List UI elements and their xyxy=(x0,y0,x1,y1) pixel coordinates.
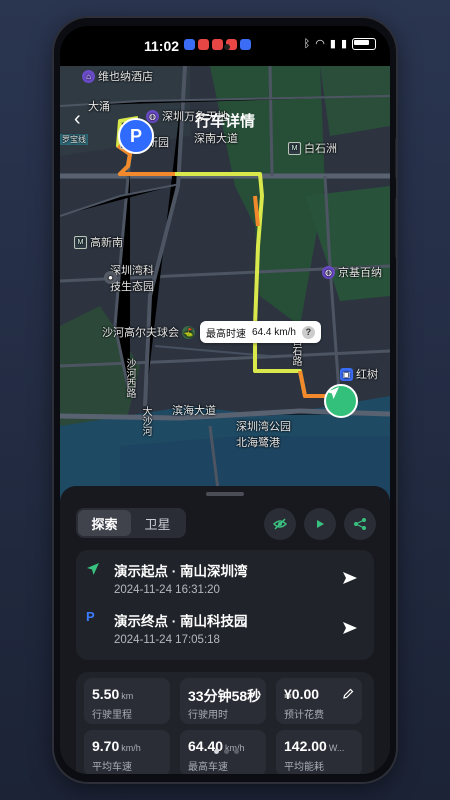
share-icon xyxy=(354,518,366,530)
start-point-row[interactable]: 演示起点 · 南山深圳湾 2024-11-24 16:31:20 xyxy=(86,558,364,606)
app-notification-icon xyxy=(184,39,195,50)
tab-satellite[interactable]: 卫星 xyxy=(131,510,184,536)
page-indicator xyxy=(214,749,239,754)
poi-baishizhou[interactable]: M 白石洲 xyxy=(288,140,337,156)
poi-jingji[interactable]: ◍ 京基百纳 xyxy=(322,264,382,280)
lock-icon-wrap: ● xyxy=(104,271,117,284)
status-bar: 11:02 ᛒ ◠ ▮ ▮ xyxy=(60,26,390,66)
drag-handle[interactable] xyxy=(206,492,244,496)
app-notification-icon xyxy=(240,39,251,50)
road-dashahe: 大沙河 xyxy=(140,406,151,436)
signal-icon: ▮ xyxy=(329,38,336,50)
road-binhai: 滨海大道 xyxy=(172,405,216,417)
map-view[interactable]: ‹ 行车详情 ⌂ 维也纳酒店 大涌 P ◍ 深圳万象天地 罗宝线 M 高新园 xyxy=(60,66,390,506)
parking-icon: P xyxy=(86,609,95,624)
bus-icon: ▣ xyxy=(340,367,353,381)
battery-icon xyxy=(352,37,376,50)
stat-distance: 5.50 km 行驶里程 xyxy=(84,678,170,724)
poi-shahe-golf[interactable]: 沙河高尔夫球会 ⛳ xyxy=(102,324,195,340)
system-icons: ᛒ ◠ ▮ ▮ xyxy=(304,37,376,50)
eye-off-icon xyxy=(273,518,287,530)
navigation-arrow-icon xyxy=(327,387,339,399)
power-button xyxy=(395,198,396,258)
page-title: 行车详情 xyxy=(194,113,255,130)
volume-button xyxy=(395,138,396,178)
send-icon[interactable] xyxy=(342,570,358,586)
stat-avg-energy: 142.00 W... 平均能耗 xyxy=(276,730,362,774)
bluetooth-icon: ᛒ xyxy=(303,37,311,50)
hotel-icon: ⌂ xyxy=(82,69,95,83)
hide-route-button[interactable] xyxy=(264,508,296,540)
wifi-icon: ◠ xyxy=(315,38,325,50)
app-notification-icon xyxy=(198,39,209,50)
poi-gaoxinnan[interactable]: M 高新南 xyxy=(74,234,123,250)
stat-cost[interactable]: ¥0.00 预计花费 xyxy=(276,678,362,724)
page-dot[interactable] xyxy=(214,749,219,754)
help-icon[interactable]: ? xyxy=(301,325,315,339)
send-icon[interactable] xyxy=(342,620,358,636)
page-dot[interactable] xyxy=(224,749,229,754)
stat-avg-speed: 9.70 km/h 平均车速 xyxy=(84,730,170,774)
end-point-row[interactable]: P 演示终点 · 南山科技园 2024-11-24 17:05:18 xyxy=(86,608,364,656)
poi-vienna-hotel[interactable]: ⌂ 维也纳酒店 xyxy=(82,68,153,84)
lock-icon: ● xyxy=(104,271,117,284)
start-point-title: 演示起点 · 南山深圳湾 xyxy=(114,564,248,579)
play-icon xyxy=(317,520,324,528)
shopping-bag-icon: ◍ xyxy=(322,265,335,279)
app-notification-icon xyxy=(212,39,223,50)
navigation-arrow-icon xyxy=(87,563,99,575)
stat-duration: 33分钟58秒 行驶用时 xyxy=(180,678,266,724)
page-dot[interactable] xyxy=(234,749,239,754)
notification-icons xyxy=(184,39,251,50)
play-button[interactable] xyxy=(304,508,336,540)
start-time: 2024-11-24 16:31:20 xyxy=(114,584,220,596)
end-marker-parking[interactable]: P xyxy=(118,118,154,154)
camera-hole xyxy=(224,44,230,50)
back-button[interactable]: ‹ xyxy=(74,108,81,131)
end-time: 2024-11-24 17:05:18 xyxy=(114,634,220,646)
screen: 11:02 ᛒ ◠ ▮ ▮ ‹ 行车详情 ⌂ 维也纳酒店 大涌 P ◍ 深圳万象… xyxy=(60,26,390,774)
poi-luobao-line: 罗宝线 xyxy=(60,134,88,145)
metro-icon: M xyxy=(288,141,301,155)
road-shennan: 深南大道 xyxy=(194,133,238,145)
metro-icon: M xyxy=(74,235,87,249)
max-speed-tooltip: 最高时速 64.4 km/h ? xyxy=(200,321,321,343)
map-mode-toggle: 探索 卫星 xyxy=(76,508,186,538)
poi-shenwan-park[interactable]: 深圳湾公园 北海鹭港 xyxy=(236,418,291,450)
route-card: 演示起点 · 南山深圳湾 2024-11-24 16:31:20 P 演示终点 … xyxy=(76,550,374,660)
bottom-sheet: 探索 卫星 演示起点 · 南山深圳湾 2024-11-24 16:31:20 P… xyxy=(60,486,390,774)
pencil-icon[interactable] xyxy=(342,688,354,700)
phone-frame: 11:02 ᛒ ◠ ▮ ▮ ‹ 行车详情 ⌂ 维也纳酒店 大涌 P ◍ 深圳万象… xyxy=(54,18,396,782)
share-button[interactable] xyxy=(344,508,376,540)
status-time: 11:02 xyxy=(144,38,180,54)
poi-hongshu[interactable]: ▣ 红树 xyxy=(340,366,378,382)
start-marker[interactable] xyxy=(324,384,358,418)
golf-icon: ⛳ xyxy=(182,325,195,339)
signal-icon: ▮ xyxy=(340,38,347,50)
tab-explore[interactable]: 探索 xyxy=(78,510,131,536)
end-point-title: 演示终点 · 南山科技园 xyxy=(114,614,248,629)
trip-stats-card: 5.50 km 行驶里程 33分钟58秒 行驶用时 ¥0.00 预计花费 9.70… xyxy=(76,672,374,774)
road-shahe-west: 沙河西路 xyxy=(124,358,135,398)
